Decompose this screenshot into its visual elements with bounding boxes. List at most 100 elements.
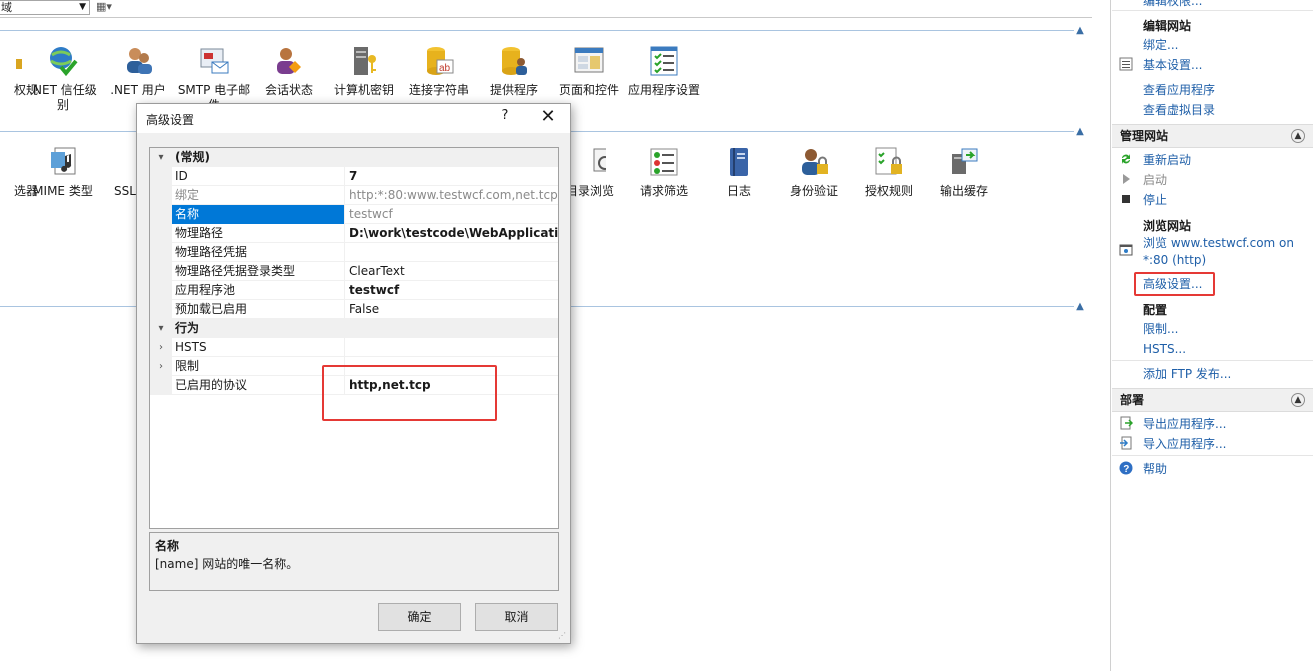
resize-grip-icon[interactable]: ⋰ <box>558 631 568 641</box>
property-value[interactable]: D:\work\testcode\WebApplication <box>347 224 558 243</box>
property-row-name[interactable]: 名称 testwcf <box>150 205 558 224</box>
database-user-icon <box>502 47 527 75</box>
property-row-physical-path-credentials[interactable]: 物理路径凭据 <box>150 243 558 262</box>
property-value[interactable]: ClearText <box>347 262 558 281</box>
action-limits[interactable]: 限制... <box>1143 321 1178 337</box>
feature-providers[interactable]: 提供程序 <box>476 45 552 98</box>
feature-pages-controls[interactable]: 页面和控件 <box>551 45 627 98</box>
action-basic-settings[interactable]: 基本设置... <box>1143 57 1202 73</box>
database-ab-icon: ab <box>427 47 454 75</box>
start-icon <box>1123 174 1130 184</box>
action-restart[interactable]: 重新启动 <box>1143 152 1191 168</box>
collapse-group-icon[interactable]: ▲ <box>1074 126 1086 138</box>
action-add-ftp-publishing[interactable]: 添加 FTP 发布... <box>1143 366 1231 382</box>
feature-net-users[interactable]: .NET 用户 <box>100 45 176 98</box>
property-row-logon-type[interactable]: 物理路径凭据登录类型 ClearText <box>150 262 558 281</box>
property-row-id[interactable]: ID 7 <box>150 167 558 186</box>
row-margin <box>150 167 172 186</box>
category-general[interactable]: ▾ (常规) <box>150 148 558 167</box>
feature-request-filtering[interactable]: 请求筛选 <box>626 146 702 199</box>
feature-logging[interactable]: 日志 <box>701 146 777 199</box>
collapse-group-icon[interactable]: ▲ <box>1074 25 1086 37</box>
svg-text:?: ? <box>1123 464 1129 475</box>
property-value[interactable]: False <box>347 300 558 319</box>
restart-icon <box>1122 154 1130 164</box>
action-start[interactable]: 启动 <box>1143 172 1167 188</box>
mail-icon <box>200 48 229 74</box>
feature-output-caching[interactable]: 输出缓存 <box>926 146 1002 199</box>
property-value[interactable] <box>347 243 558 262</box>
collapse-chevron-icon[interactable]: ▾ <box>154 319 168 338</box>
collapse-chevron-icon[interactable]: ▾ <box>154 148 168 167</box>
dialog-title: 高级设置 <box>146 113 195 127</box>
close-icon[interactable]: ✕ <box>537 106 559 128</box>
highlight-box-advanced-settings <box>1134 272 1215 296</box>
feature-machine-key[interactable]: 计算机密钥 <box>326 45 402 98</box>
feature-mime-types[interactable]: MIME 类型 <box>25 146 101 199</box>
feature-connection-strings[interactable]: ab 连接字符串 <box>401 45 477 98</box>
property-value[interactable]: http:*:80:www.testwcf.com,net.tcp:81 <box>347 186 558 205</box>
feature-authorization-rules[interactable]: 授权规则 <box>851 146 927 199</box>
action-view-virtual-directories[interactable]: 查看虚拟目录 <box>1143 102 1215 118</box>
basic-settings-icon <box>1119 57 1133 71</box>
property-name: 物理路径 <box>172 224 345 243</box>
property-value[interactable]: 7 <box>347 167 558 186</box>
property-row-physical-path[interactable]: 物理路径 D:\work\testcode\WebApplication <box>150 224 558 243</box>
authorization-rules-icon <box>875 147 902 175</box>
action-export-application[interactable]: 导出应用程序... <box>1143 416 1226 432</box>
feature-authentication[interactable]: 身份验证 <box>776 146 852 199</box>
dialog-title-bar[interactable]: 高级设置 ? ✕ <box>137 104 570 133</box>
property-name: 物理路径凭据 <box>172 243 345 262</box>
filter-combo[interactable]: 域 ▼ <box>0 0 90 15</box>
action-bindings[interactable]: 绑定... <box>1143 37 1178 53</box>
action-stop[interactable]: 停止 <box>1143 192 1167 208</box>
description-heading: 名称 <box>155 539 180 553</box>
expand-chevron-icon[interactable]: › <box>154 357 168 376</box>
property-name: 绑定 <box>172 186 345 205</box>
property-name: 已启用的协议 <box>172 376 345 395</box>
feature-net-trust-levels[interactable]: .NET 信任级别 <box>25 45 101 113</box>
action-hsts[interactable]: HSTS... <box>1143 341 1186 357</box>
action-browse-site-line1[interactable]: 浏览 www.testwcf.com on <box>1143 235 1294 251</box>
manage-site-section-header[interactable]: 管理网站 ▲ <box>1112 124 1313 148</box>
property-name-selected: 名称 <box>172 205 345 224</box>
features-toolbar: 域 ▼ ▦▾ <box>0 0 1092 18</box>
collapse-section-icon[interactable]: ▲ <box>1291 393 1305 407</box>
deploy-section-header[interactable]: 部署 ▲ <box>1112 388 1313 412</box>
ok-button[interactable]: 确定 <box>378 603 461 631</box>
grid-view-icon[interactable]: ▦▾ <box>96 0 122 15</box>
property-row-bindings[interactable]: 绑定 http:*:80:www.testwcf.com,net.tcp:81 <box>150 186 558 205</box>
property-name: 限制 <box>172 357 345 376</box>
property-value[interactable]: testwcf <box>347 281 558 300</box>
collapse-group-icon[interactable]: ▲ <box>1074 301 1086 313</box>
collapse-section-icon[interactable]: ▲ <box>1291 129 1305 143</box>
row-margin <box>150 262 172 281</box>
help-icon[interactable]: ? <box>495 108 515 123</box>
property-row-application-pool[interactable]: 应用程序池 testwcf <box>150 281 558 300</box>
property-value[interactable] <box>347 338 558 357</box>
action-help[interactable]: 帮助 <box>1143 461 1167 477</box>
action-import-application[interactable]: 导入应用程序... <box>1143 436 1226 452</box>
property-name: HSTS <box>172 338 345 357</box>
row-margin <box>150 205 172 224</box>
action-browse-site-line2[interactable]: *:80 (http) <box>1143 252 1206 268</box>
chevron-down-icon[interactable]: ▼ <box>79 1 86 14</box>
property-row-preload-enabled[interactable]: 预加载已启用 False <box>150 300 558 319</box>
actions-divider <box>1112 10 1313 11</box>
manage-site-heading: 管理网站 <box>1120 129 1169 143</box>
property-row-hsts[interactable]: › HSTS <box>150 338 558 357</box>
actions-divider <box>1112 360 1313 361</box>
feature-app-settings[interactable]: 应用程序设置 <box>626 45 702 98</box>
property-value[interactable]: testwcf <box>347 205 558 224</box>
filter-text: 域 <box>1 1 12 14</box>
category-behavior[interactable]: ▾ 行为 <box>150 319 558 338</box>
row-margin <box>150 186 172 205</box>
action-view-applications[interactable]: 查看应用程序 <box>1143 82 1215 98</box>
action-edit-permissions[interactable]: 编辑权限... <box>1143 0 1202 9</box>
stop-icon <box>1122 195 1130 203</box>
authorization-rules-icon <box>16 59 22 69</box>
expand-chevron-icon[interactable]: › <box>154 338 168 357</box>
cancel-button[interactable]: 取消 <box>475 603 558 631</box>
feature-session-state[interactable]: 会话状态 <box>251 45 327 98</box>
row-margin <box>150 300 172 319</box>
